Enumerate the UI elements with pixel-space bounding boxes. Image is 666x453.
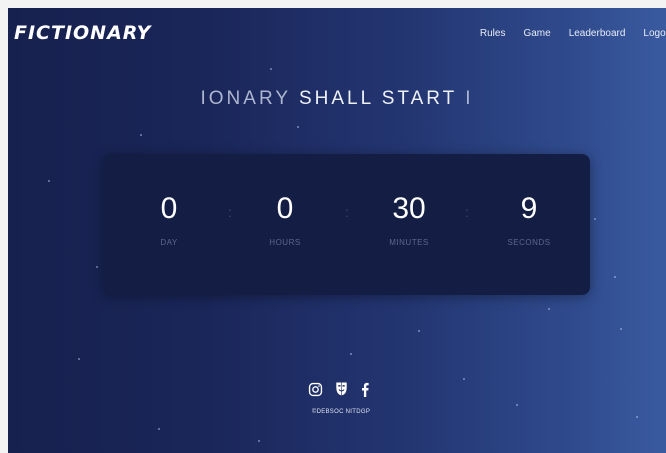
headline-faded-text: IONARY [200,88,299,109]
countdown-hours: 0 HOURS [235,192,335,247]
minutes-value: 30 [392,192,426,225]
page: FICTIONARY Rules Game Leaderboard Logout… [8,8,666,453]
facebook-icon[interactable] [360,382,370,397]
copyright-text: ©DEBSOC NITDGP [311,409,371,415]
hours-label: HOURS [269,238,301,247]
separator-dot: : [228,204,232,220]
nav-link-leaderboard[interactable]: Leaderboard [569,28,626,39]
countdown-days: 0 DAY [119,192,219,247]
social-links [308,381,370,397]
separator-dot: : [345,204,349,220]
nav-link-game[interactable]: Game [523,28,550,39]
headline-main-text: SHALL START [298,88,457,109]
mask-icon[interactable] [335,381,348,397]
countdown-seconds: 9 SECONDS [479,192,579,247]
minutes-label: MINUTES [389,238,429,247]
hours-value: 0 [276,192,294,225]
days-value: 0 [160,192,178,225]
instagram-icon[interactable] [308,382,323,397]
start-headline: IONARY SHALL START I [8,88,666,110]
seconds-label: SECONDS [507,238,551,247]
top-nav: Rules Game Leaderboard Logout [480,28,666,39]
headline-cursor: I [456,88,474,109]
nav-link-rules[interactable]: Rules [480,28,506,39]
countdown-panel: 0 DAY : 0 HOURS : 30 MINUTES : 9 SECONDS [103,154,590,295]
nav-link-logout[interactable]: Logout [643,28,666,39]
separator-dot: : [465,204,469,220]
days-label: DAY [160,238,178,247]
fictionary-logo[interactable]: FICTIONARY [14,22,151,44]
seconds-value: 9 [520,192,538,225]
countdown-minutes: 30 MINUTES [359,192,459,247]
